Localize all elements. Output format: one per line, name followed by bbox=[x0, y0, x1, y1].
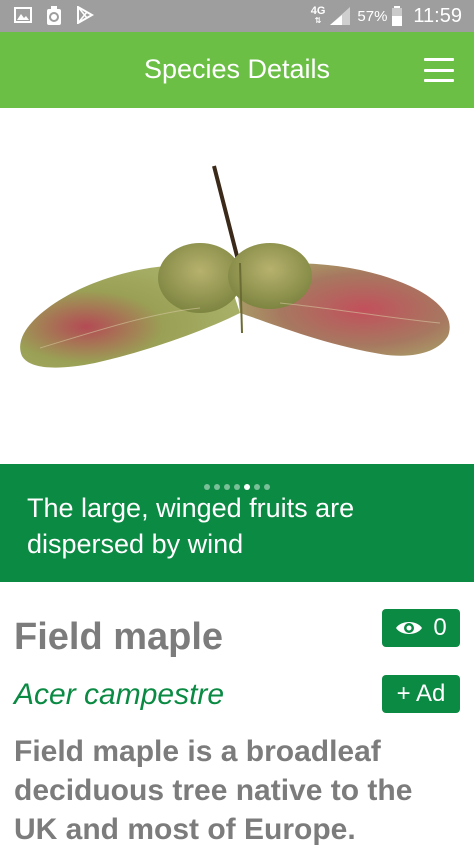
status-system: 4G ⇅ 57% 11:59 bbox=[311, 0, 462, 32]
network-indicator: 4G ⇅ bbox=[311, 6, 326, 26]
photo-caption-panel: The large, winged fruits are dispersed b… bbox=[0, 464, 474, 582]
photo-caption: The large, winged fruits are dispersed b… bbox=[27, 493, 355, 559]
winged-seed-image bbox=[20, 165, 450, 368]
recycle-icon bbox=[47, 6, 61, 25]
battery-icon bbox=[392, 6, 403, 26]
add-button-label: + Ad bbox=[396, 680, 446, 707]
add-button[interactable]: + Ad bbox=[382, 675, 460, 713]
hamburger-menu-icon[interactable] bbox=[424, 58, 454, 82]
views-count: 0 bbox=[433, 614, 447, 641]
app-bar: Species Details bbox=[0, 32, 474, 108]
clock: 11:59 bbox=[413, 4, 462, 27]
page-title: Species Details bbox=[143, 54, 331, 84]
image-icon bbox=[14, 7, 32, 23]
views-button[interactable]: 0 bbox=[382, 609, 460, 647]
status-bar: 4G ⇅ 57% 11:59 bbox=[0, 0, 474, 32]
battery-percent: 57% bbox=[357, 7, 388, 25]
status-notifications bbox=[14, 6, 94, 26]
play-store-icon bbox=[77, 6, 94, 24]
species-photo[interactable] bbox=[0, 108, 474, 464]
species-latin-name: Acer campestre bbox=[14, 678, 225, 711]
signal-icon bbox=[330, 7, 351, 25]
species-common-name: Field maple bbox=[14, 616, 224, 658]
eye-icon bbox=[396, 622, 423, 634]
data-arrows-icon: ⇅ bbox=[314, 16, 322, 25]
species-description: Field maple is a broadleaf deciduous tre… bbox=[14, 735, 413, 846]
